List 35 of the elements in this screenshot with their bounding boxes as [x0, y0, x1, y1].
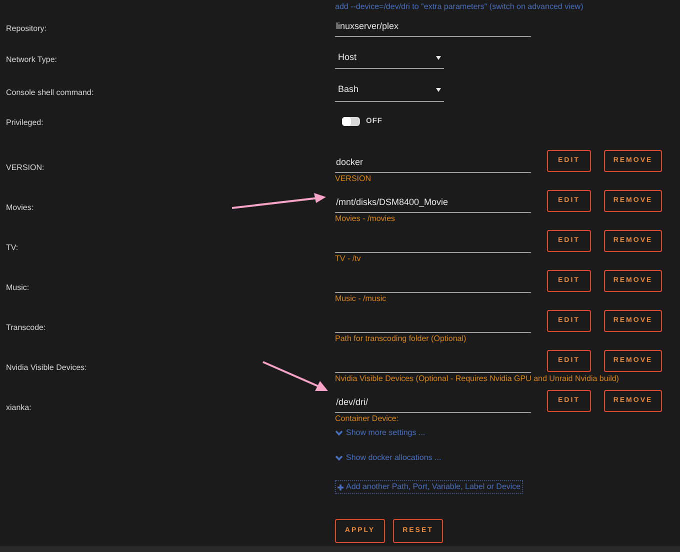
add-link[interactable]: Add another Path, Port, Variable, Label or Device — [335, 480, 523, 494]
field-description: VERSION — [335, 173, 372, 184]
field-description: Music - /music — [335, 293, 386, 304]
field-description: TV - /tv — [335, 253, 361, 264]
path-field[interactable]: docker — [335, 144, 531, 173]
dropdown-caret-icon — [436, 56, 441, 60]
text-field[interactable]: linuxserver/plex — [335, 17, 531, 37]
setting-label: Transcode: — [6, 323, 46, 332]
chevron-icon — [335, 430, 343, 436]
setting-label: Movies: — [6, 203, 34, 212]
hint-text: add --device=/dev/dri to "extra parameters" (switch on advanced view) — [335, 2, 584, 12]
path-field[interactable]: /dev/dri/ — [335, 384, 531, 413]
dropdown-caret-icon — [436, 88, 441, 92]
chevron-icon — [335, 455, 343, 461]
field-description: Path for transcoding folder (Optional) — [335, 333, 466, 344]
path-field[interactable]: /mnt/disks/DSM8400_Movie — [335, 184, 531, 213]
field-description: Nvidia Visible Devices (Optional - Requires Nvidia GPU and Unraid Nvidia build) — [335, 373, 619, 384]
setting-label: xianka: — [6, 403, 32, 412]
show-allocations-link[interactable]: Show docker allocations ... — [335, 452, 442, 464]
annotation-arrow — [262, 361, 328, 391]
setting-label: Console shell command: — [6, 88, 94, 96]
setting-label: Privileged: — [6, 118, 44, 127]
show-more-link[interactable]: Show more settings ... — [335, 427, 426, 439]
field-description: Container Device: — [335, 413, 399, 424]
field-description: Movies - /movies — [335, 213, 396, 224]
dropdown-field[interactable]: Bash — [335, 80, 444, 102]
setting-label: VERSION: — [6, 163, 44, 172]
setting-label: Network Type: — [6, 55, 57, 64]
dropdown-field[interactable]: Host — [335, 47, 444, 69]
setting-label: Repository: — [6, 24, 46, 33]
plus-icon — [337, 484, 344, 490]
setting-label: Nvidia Visible Devices: — [6, 363, 87, 372]
setting-label: TV: — [6, 243, 18, 252]
setting-label: Music: — [6, 283, 30, 292]
toggle-switch[interactable] — [342, 116, 360, 126]
